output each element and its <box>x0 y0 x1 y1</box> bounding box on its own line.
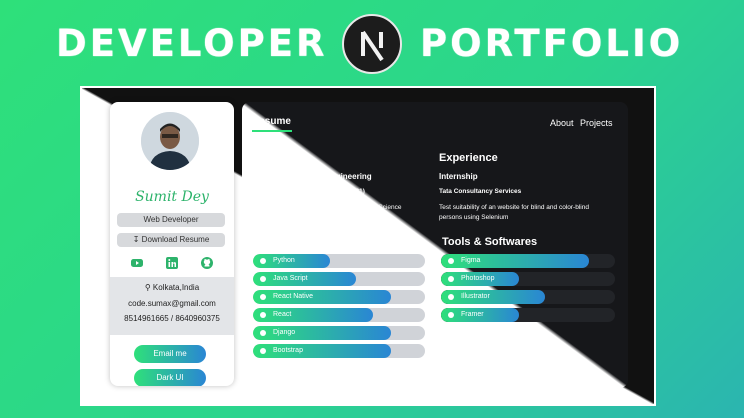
skill-bar: Photoshop <box>441 272 615 286</box>
skill-bar: React <box>253 308 425 322</box>
tab-resume[interactable]: Resume <box>252 116 291 127</box>
skill-label: Photoshop <box>461 275 495 282</box>
profile-name: Sumit Dey <box>135 189 209 205</box>
skill-label: Figma <box>461 257 481 264</box>
tools-heading: Tools & Softwares <box>442 236 538 248</box>
profile-sidebar: Sumit Dey Web Developer ↧ Download Resum… <box>110 102 234 386</box>
experience-heading: Experience <box>439 152 498 164</box>
skill-bar-fill <box>441 290 545 304</box>
location-icon: ⚲ <box>144 283 151 292</box>
skill-bar-fill <box>253 308 373 322</box>
n-logo-icon <box>342 14 402 74</box>
banner-word-right: PORTFOLIO <box>420 22 684 65</box>
email-text: code.sumax@gmail.com <box>128 299 216 308</box>
skill-label: Framer <box>461 311 484 318</box>
skill-bar: Illustrator <box>441 290 615 304</box>
location-row: ⚲ Kolkata,India <box>110 283 234 292</box>
bullet-dot <box>260 276 266 282</box>
download-resume-button[interactable]: ↧ Download Resume <box>117 233 225 247</box>
experience-description-line1: Test suitability of an website for blind… <box>439 204 589 211</box>
nav-link-projects[interactable]: Projects <box>580 118 613 128</box>
skill-bar: Bootstrap <box>253 344 425 358</box>
bullet-dot <box>448 258 454 264</box>
location-text: Kolkata,India <box>152 283 200 292</box>
banner-header: DEVELOPER PORTFOLIO <box>0 0 744 84</box>
skill-label: Java Script <box>273 275 308 282</box>
skill-bar: Java Script <box>253 272 425 286</box>
nav-link-about[interactable]: About <box>550 118 574 128</box>
resume-panel: Resume About Projects Education Computer… <box>242 102 628 388</box>
education-institute: Academy of Technology (2017-2021) <box>253 188 365 195</box>
skill-bar: Python <box>253 254 425 268</box>
bullet-dot <box>260 294 266 300</box>
education-description-line1: I am currently pursuing B.tech in Comput… <box>253 204 402 211</box>
experience-title: Internship <box>439 172 478 181</box>
education-heading: Education <box>253 152 307 164</box>
phone-text: 8514961665 / 8640960375 <box>124 314 220 323</box>
bullet-dot <box>260 312 266 318</box>
tab-active-underline <box>252 130 292 132</box>
download-icon: ↧ <box>132 235 140 244</box>
bullet-dot <box>448 312 454 318</box>
experience-company: Tata Consultancy Services <box>439 188 522 195</box>
bullet-dot <box>260 348 266 354</box>
portfolio-screenshot: Sumit Dey Web Developer ↧ Download Resum… <box>80 86 656 406</box>
avatar <box>141 112 199 170</box>
role-badge: Web Developer <box>117 213 225 227</box>
skill-label: React <box>273 311 292 318</box>
education-degree: Computer Science Engineering <box>253 172 372 181</box>
skill-label: Python <box>273 257 295 264</box>
download-resume-label: Download Resume <box>141 235 210 244</box>
skill-bar: Framer <box>441 308 615 322</box>
linkedin-icon[interactable] <box>165 256 179 270</box>
bullet-dot <box>260 258 266 264</box>
skill-label: Bootstrap <box>273 347 303 354</box>
education-description-line2: Engineering from Academy of Technology <box>253 214 373 221</box>
email-me-button[interactable]: Email me <box>134 345 206 363</box>
contact-info: ⚲ Kolkata,India code.sumax@gmail.com 851… <box>110 277 234 335</box>
skill-label: Django <box>273 329 296 336</box>
youtube-icon[interactable] <box>130 256 144 270</box>
skill-bar: Figma <box>441 254 615 268</box>
skill-label: React Native <box>273 293 314 300</box>
bullet-dot <box>448 294 454 300</box>
skill-bar: Django <box>253 326 425 340</box>
banner-word-left: DEVELOPER <box>56 22 328 65</box>
languages-heading: Language & Framework <box>253 236 378 248</box>
skill-bar: React Native <box>253 290 425 304</box>
dark-ui-button[interactable]: Dark UI <box>134 369 206 386</box>
bullet-dot <box>260 330 266 336</box>
github-icon[interactable] <box>200 256 214 270</box>
skill-label: Illustrator <box>461 293 490 300</box>
experience-description-line2: persons using Selenium <box>439 214 509 221</box>
bullet-dot <box>448 276 454 282</box>
